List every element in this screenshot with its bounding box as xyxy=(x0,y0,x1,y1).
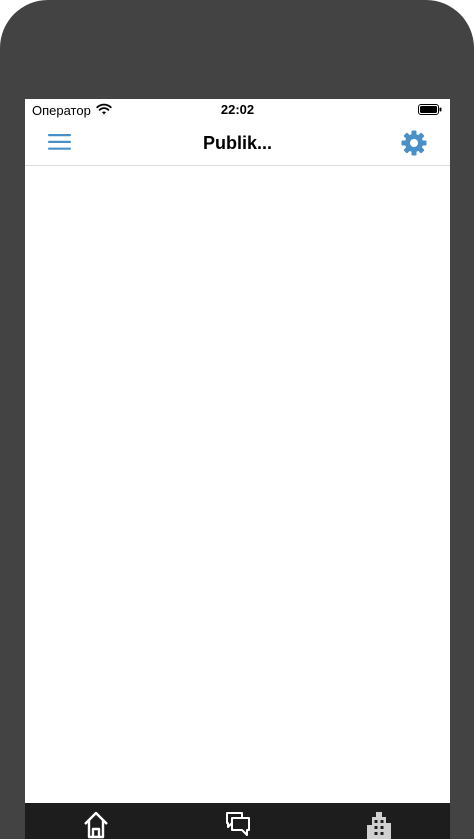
tab-buildings[interactable] xyxy=(364,809,394,839)
status-bar: Оператор 22:02 xyxy=(25,99,450,121)
home-icon xyxy=(84,811,108,839)
app-screen: Оператор 22:02 Publik... xyxy=(25,99,450,839)
tab-chat[interactable] xyxy=(222,809,252,839)
gear-icon xyxy=(401,130,427,156)
content-area xyxy=(25,166,450,803)
tab-bar xyxy=(25,803,450,839)
tab-home[interactable] xyxy=(81,809,111,839)
building-icon xyxy=(367,812,391,839)
device-frame: Оператор 22:02 Publik... xyxy=(0,0,474,839)
battery-icon xyxy=(418,104,442,115)
page-title: Publik... xyxy=(202,133,272,153)
status-time: 22:02 xyxy=(220,102,255,117)
settings-button[interactable] xyxy=(400,129,428,157)
navigation-bar: Publik... xyxy=(25,121,450,166)
chat-icon xyxy=(226,812,250,836)
